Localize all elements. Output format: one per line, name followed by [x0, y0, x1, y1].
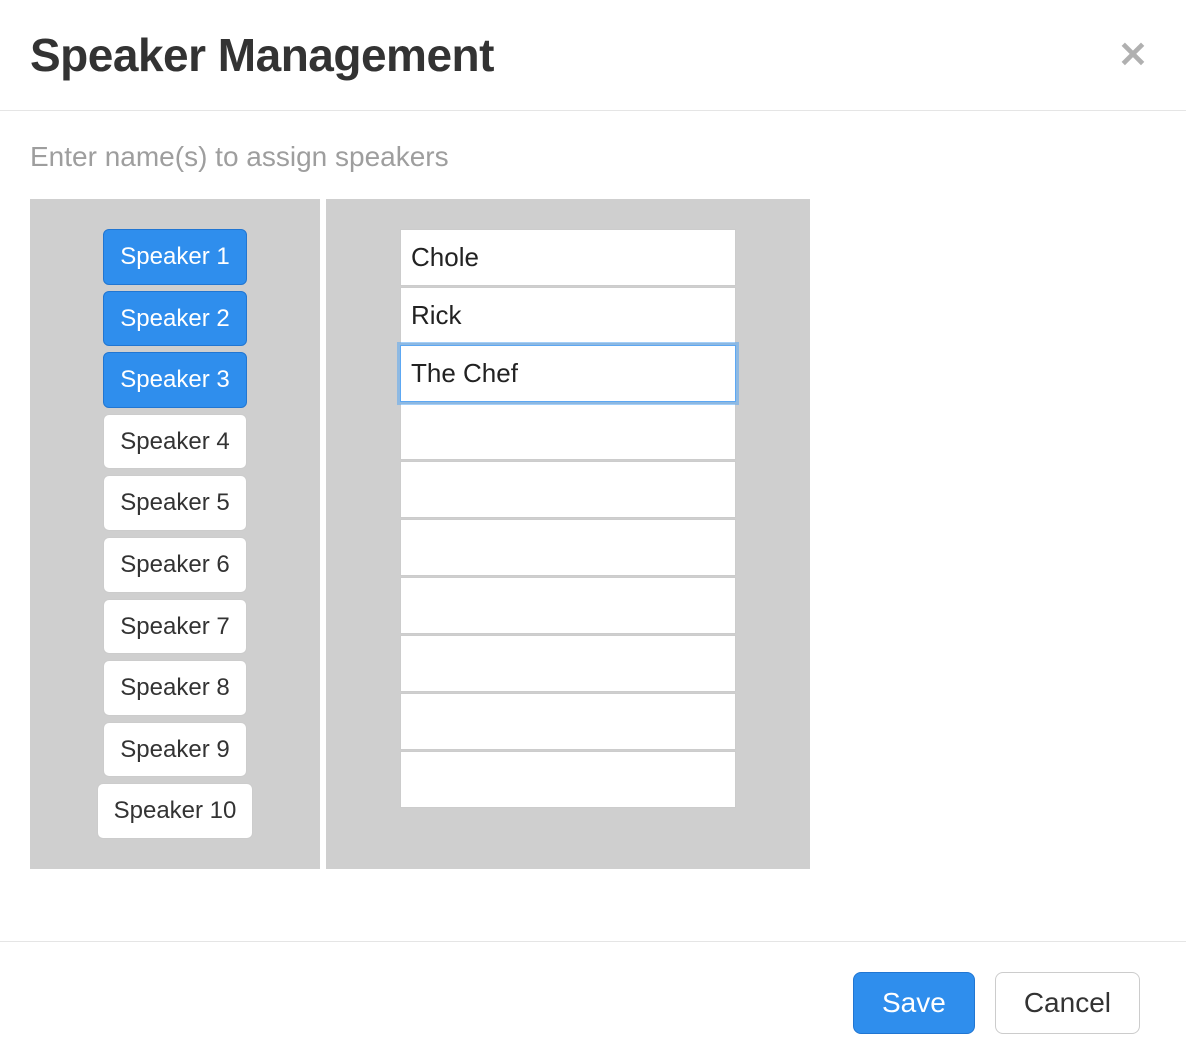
- modal-subheading: Enter name(s) to assign speakers: [30, 141, 1156, 173]
- speaker-name-input-3[interactable]: [400, 345, 736, 402]
- speaker-management-modal: Speaker Management ✕ Enter name(s) to as…: [0, 0, 1186, 1064]
- speaker-name-input-7[interactable]: [400, 577, 736, 634]
- speaker-button-5[interactable]: Speaker 5: [103, 475, 246, 531]
- name-input-panel: [326, 199, 810, 869]
- cancel-button[interactable]: Cancel: [995, 972, 1140, 1034]
- speaker-name-input-8[interactable]: [400, 635, 736, 692]
- save-button[interactable]: Save: [853, 972, 975, 1034]
- close-button[interactable]: ✕: [1110, 33, 1156, 77]
- modal-title: Speaker Management: [30, 28, 494, 82]
- speaker-button-8[interactable]: Speaker 8: [103, 660, 246, 716]
- speaker-list-panel: Speaker 1Speaker 2Speaker 3Speaker 4Spea…: [30, 199, 320, 869]
- speaker-name-input-2[interactable]: [400, 287, 736, 344]
- speaker-name-input-1[interactable]: [400, 229, 736, 286]
- modal-body: Enter name(s) to assign speakers Speaker…: [0, 111, 1186, 941]
- speaker-name-input-4[interactable]: [400, 403, 736, 460]
- speaker-button-10[interactable]: Speaker 10: [97, 783, 254, 839]
- speaker-name-input-9[interactable]: [400, 693, 736, 750]
- modal-footer: Save Cancel: [0, 941, 1186, 1064]
- speaker-button-2[interactable]: Speaker 2: [103, 291, 246, 347]
- speaker-name-input-10[interactable]: [400, 751, 736, 808]
- speaker-button-4[interactable]: Speaker 4: [103, 414, 246, 470]
- speaker-button-3[interactable]: Speaker 3: [103, 352, 246, 408]
- speaker-name-input-6[interactable]: [400, 519, 736, 576]
- speaker-name-input-5[interactable]: [400, 461, 736, 518]
- close-icon: ✕: [1118, 34, 1148, 75]
- panels-container: Speaker 1Speaker 2Speaker 3Speaker 4Spea…: [30, 199, 810, 869]
- speaker-button-9[interactable]: Speaker 9: [103, 722, 246, 778]
- speaker-button-1[interactable]: Speaker 1: [103, 229, 246, 285]
- modal-header: Speaker Management ✕: [0, 0, 1186, 111]
- speaker-button-6[interactable]: Speaker 6: [103, 537, 246, 593]
- speaker-button-7[interactable]: Speaker 7: [103, 599, 246, 655]
